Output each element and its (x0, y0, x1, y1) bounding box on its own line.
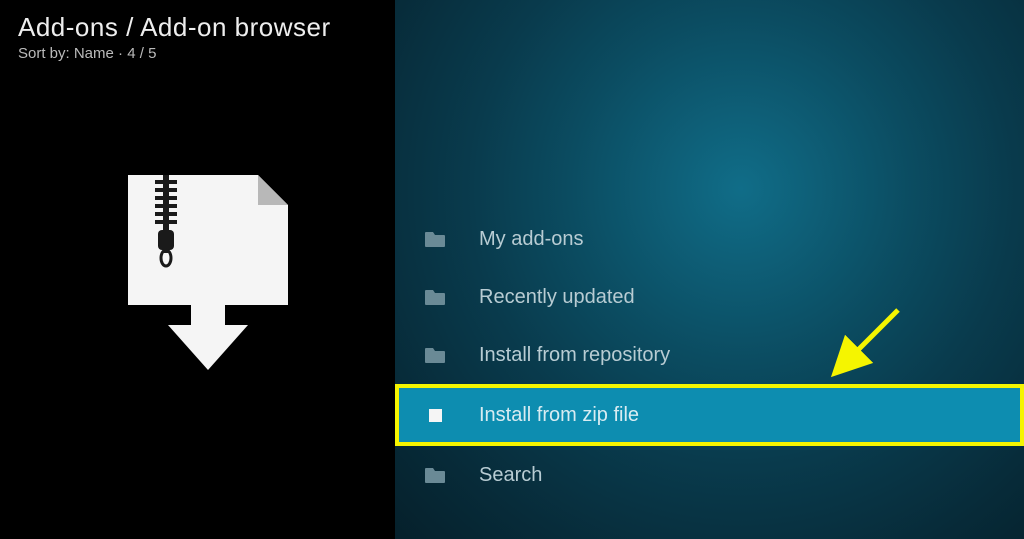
folder-icon (423, 463, 447, 487)
menu-label: Recently updated (479, 286, 635, 309)
sort-position-line: Sort by: Name · 4 / 5 (18, 45, 377, 62)
menu-label: My add-ons (479, 228, 584, 251)
menu-item-search[interactable]: Search (395, 446, 1024, 504)
folder-icon (423, 343, 447, 367)
list-position: 4 / 5 (127, 45, 156, 62)
zip-file-icon (423, 403, 447, 427)
breadcrumb: Add-ons / Add-on browser (18, 12, 377, 43)
left-panel: Add-ons / Add-on browser Sort by: Name ·… (0, 0, 395, 539)
menu-label: Install from zip file (479, 404, 639, 427)
sort-label: Sort by: Name (18, 45, 114, 62)
menu-item-install-from-repository[interactable]: Install from repository (395, 326, 1024, 384)
zip-download-icon (103, 170, 293, 370)
menu-label: Search (479, 464, 542, 487)
folder-icon (423, 285, 447, 309)
menu-item-install-from-zip[interactable]: Install from zip file (395, 384, 1024, 446)
menu-label: Install from repository (479, 344, 670, 367)
preview-icon-container (103, 170, 293, 375)
menu-item-my-addons[interactable]: My add-ons (395, 210, 1024, 268)
menu-item-recently-updated[interactable]: Recently updated (395, 268, 1024, 326)
menu-panel: My add-ons Recently updated Install from… (395, 0, 1024, 539)
folder-icon (423, 227, 447, 251)
